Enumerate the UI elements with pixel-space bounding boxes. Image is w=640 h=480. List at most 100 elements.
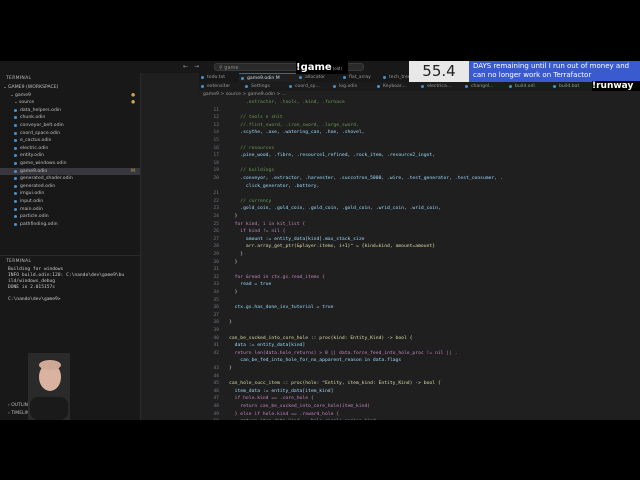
chevron-down-icon: ⌄ <box>10 92 14 98</box>
code-line: .extractor, .tools, .kind, .furnace <box>199 99 345 107</box>
code-line: 13 //.flint_sword, .iron_sword, .large_s… <box>199 122 358 130</box>
days-remaining-text: DAYS remaining until I run out of money … <box>473 62 630 79</box>
streamer-silhouette-icon <box>28 353 70 420</box>
terminal-panel[interactable]: TERMINAL Building for windows INFO build.… <box>0 255 140 406</box>
file-item[interactable]: imgui.odin <box>0 190 140 198</box>
file-name: generated.odin <box>20 183 56 189</box>
code-text: } <box>229 252 244 257</box>
file-item[interactable]: electric.odin <box>0 145 140 153</box>
odin-file-icon <box>14 199 17 203</box>
file-name: data_helpers.odin <box>20 107 62 113</box>
file-name: imgui.odin <box>20 191 45 197</box>
line-number: 40 <box>213 335 219 341</box>
terminal-output: Building for windows INFO build.odin:120:… <box>0 267 140 303</box>
code-line: 40 can_be_sucked_into_core_hole :: proc(k… <box>199 335 412 343</box>
code-line: 15 <box>199 137 229 145</box>
line-number: 30 <box>213 259 219 265</box>
file-item[interactable]: chunk.odin <box>0 114 140 122</box>
line-number: 12 <box>213 115 219 121</box>
folder-source[interactable]: ⌄ source ● <box>0 99 140 107</box>
code-text: } <box>229 366 232 371</box>
code-line: 33 read = true <box>199 281 271 289</box>
file-item[interactable]: game_windows.odin <box>0 160 140 168</box>
file-item[interactable]: input.odin <box>0 198 140 206</box>
code-line: 25 for kind, i in kit_list { <box>199 221 305 229</box>
odin-file-icon <box>14 154 17 158</box>
line-number: 45 <box>213 381 219 387</box>
file-list: data_helpers.odin chunk.odin conveyor_belt… <box>0 107 140 229</box>
file-name: game_windows.odin <box>20 160 67 166</box>
line-number: 23 <box>213 206 219 212</box>
code-line: 45 can_hole_succ_item :: proc(hole: ^Enti… <box>199 380 441 388</box>
countdown-banner: 55.4 DAYS remaining until I run out of m… <box>409 61 640 82</box>
file-item[interactable]: coord_space.odin <box>0 130 140 138</box>
file-item[interactable]: game9.odin M <box>0 167 140 176</box>
code-line: 31 <box>199 266 229 274</box>
odin-file-icon <box>14 116 17 120</box>
file-type-icon <box>241 77 244 80</box>
code-text: can_be_fed_into_hole_for_no_apparent_rea… <box>229 358 402 364</box>
file-name: game9.odin <box>20 168 48 174</box>
file-item[interactable]: conveyor_belt.odin <box>0 122 140 130</box>
line-number: 32 <box>213 274 219 280</box>
file-item[interactable]: e_cactus.odin <box>0 137 140 145</box>
webcam-feed <box>28 353 70 420</box>
line-number: 44 <box>213 373 219 379</box>
code-line: 11 <box>199 107 229 115</box>
code-line: can_be_fed_into_hole_for_no_apparent_rea… <box>199 357 401 365</box>
odin-file-icon <box>14 184 17 188</box>
line-number: 27 <box>213 236 219 242</box>
code-text: // currency <box>229 198 272 204</box>
code-line: 43} <box>199 365 232 373</box>
file-item[interactable]: main.odin <box>0 206 140 214</box>
code-text: .gold_coin, .gold_coin, .gold_coin, .gol… <box>229 206 441 212</box>
line-number: 31 <box>213 267 219 273</box>
line-number: 48 <box>213 404 219 409</box>
code-line: 44 <box>199 373 229 381</box>
file-item[interactable]: particle.odin <box>0 213 140 221</box>
file-type-icon <box>465 85 468 88</box>
file-type-icon <box>333 85 336 88</box>
code-line: 19 // buildings <box>199 167 274 175</box>
file-name: coord_space.odin <box>20 130 61 136</box>
line-number: 34 <box>213 290 219 295</box>
file-item[interactable]: pathfinding.odin <box>0 221 140 229</box>
line-number: 21 <box>213 191 219 197</box>
file-item[interactable]: data_helpers.odin <box>0 107 140 115</box>
code-text: } <box>229 259 238 265</box>
folder-game9[interactable]: ⌄ game9 ● <box>0 92 140 100</box>
code-line: 42 return len(data.hole_returns) > 0 || … <box>199 350 457 358</box>
code-line: 18 <box>199 160 229 168</box>
editor-tabs-row2: extensiter Settings coord_sp... log.odin Key… <box>199 82 640 91</box>
code-text: // tools n shit <box>229 115 283 121</box>
code-line: 50 return item_data.kind == hole.circle_… <box>199 418 375 420</box>
file-type-icon <box>553 85 556 88</box>
workspace-root[interactable]: ⌄ GAME9 (WORKSPACE) <box>0 84 140 92</box>
code-editor[interactable]: .extractor, .tools, .kind, .furnace 11 12 … <box>199 99 640 420</box>
forward-arrow-icon[interactable]: → <box>194 63 199 70</box>
file-type-icon <box>343 76 346 79</box>
code-text: can_hole_succ_item :: proc(hole: ^Entity… <box>229 381 441 387</box>
breadcrumb[interactable]: game9 > source > game9.odin > ... <box>203 92 286 97</box>
odin-file-icon <box>14 215 17 219</box>
file-item[interactable]: generated.odin <box>0 183 140 191</box>
outline-section[interactable]: › OUTLINE <box>0 402 148 410</box>
file-type-icon <box>201 76 204 79</box>
timeline-section[interactable]: › TIMELINE <box>0 410 148 418</box>
code-line: 17 .pine_wood, .fibre, .resource1_refine… <box>199 152 435 160</box>
game-overlay-label: !game(old) <box>296 61 348 74</box>
line-number: 11 <box>213 107 219 113</box>
file-type-icon <box>299 76 302 79</box>
odin-file-icon <box>14 108 17 112</box>
odin-file-icon <box>14 131 17 135</box>
line-number: 39 <box>213 328 219 333</box>
code-text: return item_data.kind == hole.circle_eng… <box>229 419 375 420</box>
file-item[interactable]: generated_shader.odin <box>0 175 140 183</box>
back-arrow-icon[interactable]: ← <box>183 63 188 70</box>
code-text: for kind, i in kit_list { <box>229 221 306 227</box>
code-line: 39 <box>199 327 229 335</box>
file-item[interactable]: entity.odin <box>0 152 140 160</box>
code-line: 12 // tools n shit <box>199 114 283 122</box>
code-line: 24 } <box>199 213 237 221</box>
code-text: .pine_wood, .fibre, .resource1_refined, … <box>229 153 436 159</box>
